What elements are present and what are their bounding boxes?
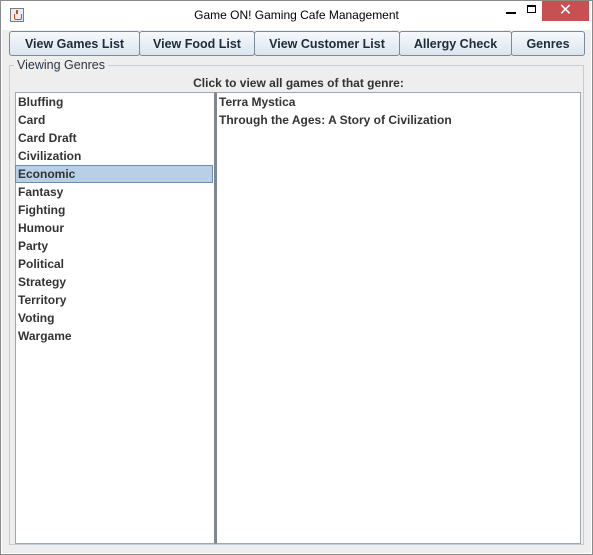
list-item[interactable]: Fantasy (16, 183, 214, 201)
list-item[interactable]: Civilization (16, 147, 214, 165)
app-window: Game ON! Gaming Cafe Management ✕ View G… (0, 0, 593, 555)
list-item[interactable]: Political (16, 255, 214, 273)
main-content: View Games List View Food List View Cust… (2, 30, 591, 553)
title-bar[interactable]: Game ON! Gaming Cafe Management ✕ (1, 1, 592, 30)
genres-button[interactable]: Genres (511, 31, 585, 56)
list-item[interactable]: Wargame (16, 327, 214, 345)
nav-toolbar: View Games List View Food List View Cust… (9, 31, 585, 58)
game-list-item[interactable]: Terra Mystica (217, 93, 580, 111)
list-item[interactable]: Card (16, 111, 214, 129)
list-item[interactable]: Humour (16, 219, 214, 237)
close-icon: ✕ (558, 2, 573, 19)
allergy-check-button[interactable]: Allergy Check (399, 31, 512, 56)
list-item[interactable]: Fighting (16, 201, 214, 219)
list-item[interactable]: Bluffing (16, 93, 214, 111)
maximize-icon (527, 5, 536, 13)
list-item[interactable]: Party (16, 237, 214, 255)
view-food-list-button[interactable]: View Food List (139, 31, 255, 56)
list-item[interactable]: Voting (16, 309, 214, 327)
view-games-list-button[interactable]: View Games List (9, 31, 140, 56)
list-item-selected[interactable]: Economic (15, 165, 213, 183)
list-item[interactable]: Strategy (16, 273, 214, 291)
games-list[interactable]: Terra Mystica Through the Ages: A Story … (216, 92, 581, 544)
close-button[interactable]: ✕ (542, 1, 589, 21)
maximize-button[interactable] (525, 1, 539, 21)
list-item[interactable]: Territory (16, 291, 214, 309)
instruction-label: Click to view all games of that genre: (193, 76, 404, 90)
minimize-button[interactable] (497, 1, 525, 21)
genre-list[interactable]: Bluffing Card Card Draft Civilization Ec… (15, 92, 216, 544)
group-title: Viewing Genres (14, 58, 109, 72)
view-customer-list-button[interactable]: View Customer List (254, 31, 400, 56)
game-list-item[interactable]: Through the Ages: A Story of Civilizatio… (217, 111, 580, 129)
minimize-icon (506, 12, 516, 14)
list-item[interactable]: Card Draft (16, 129, 214, 147)
